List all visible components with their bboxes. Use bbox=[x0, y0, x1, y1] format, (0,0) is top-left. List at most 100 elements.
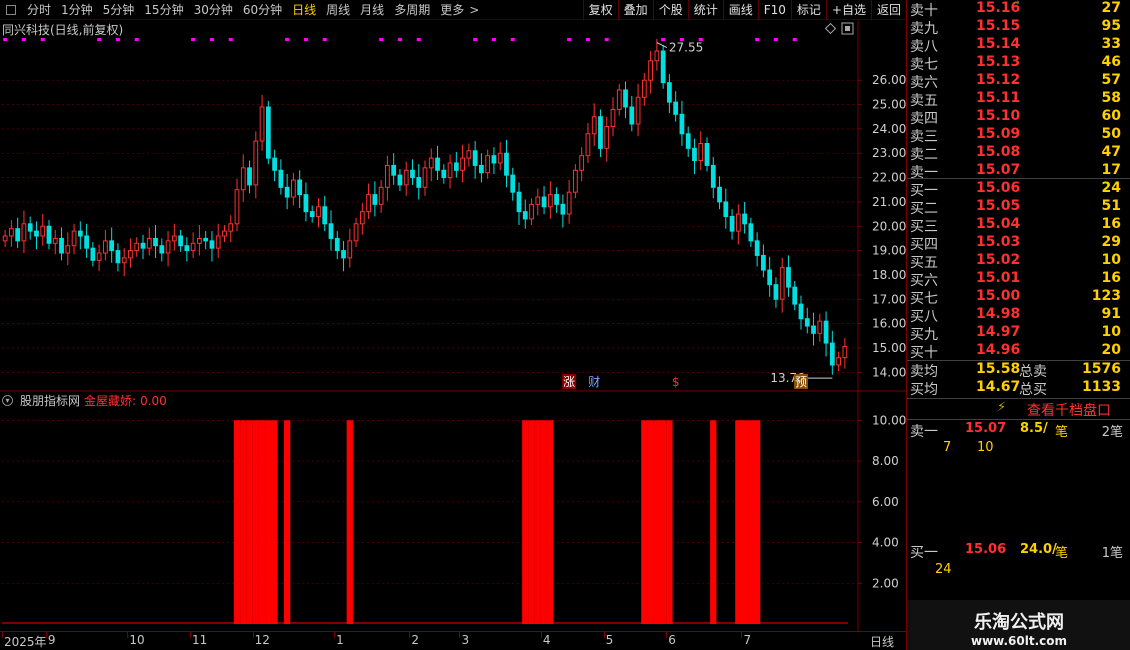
date-label: 11 bbox=[192, 633, 208, 647]
bid-level-row[interactable]: 买三 15.04 16 bbox=[907, 216, 1130, 235]
candle-body bbox=[453, 162, 459, 171]
indicator-tick-label: 2.00 bbox=[872, 576, 899, 590]
date-label: 2 bbox=[411, 633, 419, 647]
period-tab-8[interactable]: 月线 bbox=[355, 1, 389, 18]
bid-level-row[interactable]: 买九 14.97 10 bbox=[907, 324, 1130, 343]
ask-level-row[interactable]: 卖二 15.08 47 bbox=[907, 144, 1130, 163]
candle-body bbox=[579, 155, 585, 171]
depth-divider bbox=[907, 398, 1130, 399]
candle-body bbox=[9, 228, 14, 237]
bid-level-row[interactable]: 买六 15.01 16 bbox=[907, 270, 1130, 289]
signal-bar bbox=[547, 420, 554, 624]
kline-chart[interactable]: 14.00 15.00 16.00 17.00 18.00 19.00 20.00 21.00… bbox=[0, 20, 906, 631]
price-tick-label: 19.00 bbox=[872, 244, 906, 258]
candle-body bbox=[103, 240, 108, 254]
toolbar-button-6[interactable]: 标记 bbox=[790, 0, 826, 20]
ask-level-row[interactable]: 卖六 15.12 57 bbox=[907, 72, 1130, 91]
ask1-count: 2笔 bbox=[1101, 425, 1123, 440]
candle-body bbox=[96, 252, 102, 261]
ask1-unit: 笔 bbox=[1055, 425, 1069, 440]
period-tab-6[interactable]: 日线 bbox=[287, 1, 321, 18]
toolbar-button-2[interactable]: 个股 bbox=[652, 0, 688, 20]
ask-level-row[interactable]: 卖九 15.15 95 bbox=[907, 18, 1130, 37]
chevron-down-icon[interactable]: ▾ bbox=[2, 395, 13, 406]
signal-marker bbox=[792, 38, 797, 41]
date-tick bbox=[252, 632, 254, 638]
signal-marker bbox=[21, 38, 26, 41]
candle-body bbox=[71, 230, 77, 247]
toolbar-button-1[interactable]: 叠加 bbox=[617, 0, 653, 20]
bid-level-row[interactable]: 买二 15.05 51 bbox=[907, 198, 1130, 217]
period-tab-7[interactable]: 周线 bbox=[321, 1, 355, 18]
candle-body bbox=[209, 240, 215, 249]
ask-level-row[interactable]: 卖十 15.16 * 27 bbox=[907, 0, 1130, 19]
ask1-queue-row: 7 10 bbox=[907, 440, 1130, 458]
more-chevron-icon[interactable]: > bbox=[469, 3, 484, 17]
candle-body bbox=[359, 211, 365, 225]
view-depth-button[interactable]: 查看千档盘口 bbox=[1027, 400, 1111, 420]
indicator-name[interactable]: 股朋指标网 bbox=[20, 392, 80, 409]
candle-body bbox=[798, 303, 804, 320]
period-tab-10[interactable]: 更多 bbox=[435, 1, 469, 18]
candle-body bbox=[159, 245, 165, 254]
period-tab-9[interactable]: 多周期 bbox=[389, 1, 435, 18]
bid-level-volume: 91 bbox=[1101, 306, 1121, 322]
candle-body bbox=[623, 89, 628, 108]
indicator-tick-label: 6.00 bbox=[872, 495, 899, 509]
candle-body bbox=[228, 223, 234, 232]
ask1-per: 8.5/ bbox=[1020, 421, 1048, 436]
toolbar-button-7[interactable]: +自选 bbox=[825, 0, 871, 20]
signal-bar bbox=[534, 420, 541, 624]
bid-level-label: 买四 bbox=[910, 237, 938, 253]
candle-body bbox=[416, 177, 422, 188]
period-tab-5[interactable]: 60分钟 bbox=[238, 1, 287, 18]
toolbar-button-8[interactable]: 返回 bbox=[870, 0, 906, 20]
bid-level-volume: 16 bbox=[1101, 270, 1121, 286]
signal-bar bbox=[754, 420, 761, 624]
period-tab-1[interactable]: 1分钟 bbox=[56, 1, 98, 18]
bid-level-row[interactable]: 买七 15.00 123 bbox=[907, 288, 1130, 307]
bid-level-row[interactable]: 买五 15.02 10 bbox=[907, 252, 1130, 271]
candle-body bbox=[190, 242, 196, 252]
toolbar-button-4[interactable]: 画线 bbox=[722, 0, 758, 20]
candle-body bbox=[823, 320, 829, 344]
bid-level-volume: 29 bbox=[1101, 234, 1121, 250]
bid-level-row[interactable]: 买一 15.06 24 bbox=[907, 180, 1130, 199]
bid-level-price: 15.02 bbox=[976, 252, 1021, 268]
period-tab-0[interactable]: 分时 bbox=[22, 1, 56, 18]
candle-body bbox=[479, 164, 484, 174]
ask-level-label: 卖七 bbox=[910, 57, 938, 73]
candle-body bbox=[441, 169, 447, 179]
candle-body bbox=[353, 223, 359, 242]
indicator-tick-label: 10.00 bbox=[872, 413, 906, 427]
bid-level-row[interactable]: 买八 14.98 91 bbox=[907, 306, 1130, 325]
period-tabs: 分时 1分钟 5分钟 15分钟 30分钟 60分钟 日线 周线 月线 多周期 更多 > bbox=[0, 1, 484, 18]
candle-body bbox=[77, 230, 83, 237]
ask-level-row[interactable]: 卖一 15.07 17 bbox=[907, 162, 1130, 181]
period-tab-4[interactable]: 30分钟 bbox=[189, 1, 238, 18]
ask-total-value: 1576 bbox=[1082, 361, 1121, 377]
candle-body bbox=[153, 237, 158, 247]
ask-level-row[interactable]: 卖五 15.11 58 bbox=[907, 90, 1130, 109]
layout-icon[interactable] bbox=[6, 4, 16, 15]
candle-body bbox=[723, 201, 729, 218]
bid-level-row[interactable]: 买四 15.03 29 bbox=[907, 234, 1130, 253]
toolbar-button-3[interactable]: 统计 bbox=[687, 0, 723, 20]
price-tick-label: 14.00 bbox=[872, 365, 906, 379]
candle-body bbox=[272, 157, 277, 171]
ask-level-row[interactable]: 卖八 15.14 33 bbox=[907, 36, 1130, 55]
candle-body bbox=[410, 169, 415, 179]
brand-watermark: 乐淘公式网 www.60lt.com bbox=[907, 600, 1130, 650]
period-tab-3[interactable]: 15分钟 bbox=[139, 1, 188, 18]
date-tick bbox=[603, 632, 605, 638]
candle-body bbox=[40, 225, 46, 237]
period-tab-2[interactable]: 5分钟 bbox=[98, 1, 140, 18]
toolbar-button-0[interactable]: 复权 bbox=[582, 0, 618, 20]
ask-level-row[interactable]: 卖七 15.13 46 bbox=[907, 54, 1130, 73]
ask-level-row[interactable]: 卖三 15.09 50 bbox=[907, 126, 1130, 145]
bid-level-row[interactable]: 买十 14.96 * 20 bbox=[907, 342, 1130, 361]
candle-body bbox=[742, 213, 747, 225]
signal-marker bbox=[134, 38, 139, 41]
toolbar-button-5[interactable]: F10 bbox=[757, 0, 791, 20]
ask-level-row[interactable]: 卖四 15.10 60 bbox=[907, 108, 1130, 127]
